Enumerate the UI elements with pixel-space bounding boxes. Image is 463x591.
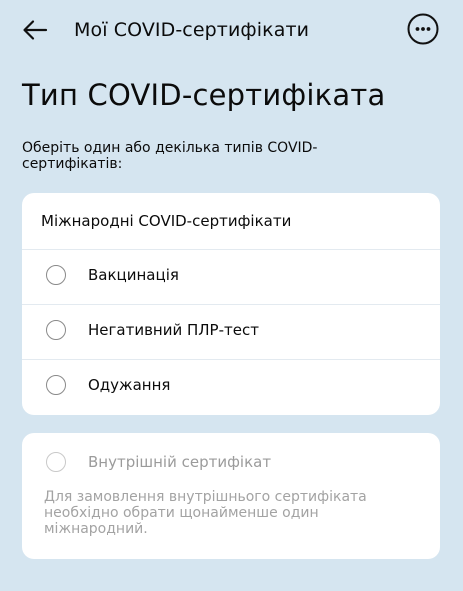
domestic-hint-text: Для замовлення внутрішнього сертифіката … <box>44 489 367 537</box>
international-section-heading: Міжнародні COVID-сертифікати <box>41 212 292 230</box>
instruction-text: Оберіть один або декілька типів COVID-се… <box>22 140 318 172</box>
header-title: Мої COVID-сертифікати <box>74 19 310 41</box>
radio-button-disabled[interactable] <box>46 452 66 472</box>
ellipsis-circle-icon <box>407 13 439 45</box>
option-pcr-test[interactable]: Негативний ПЛР-тест <box>22 305 440 359</box>
app-header: Мої COVID-сертифікати <box>0 0 463 60</box>
option-vaccination[interactable]: Вакцинація <box>22 250 440 304</box>
option-label: Негативний ПЛР-тест <box>88 321 259 339</box>
option-label: Вакцинація <box>88 266 179 284</box>
domestic-certificate-card: Внутрішній сертифікат Для замовлення вну… <box>22 433 440 559</box>
arrow-left-icon <box>23 20 48 40</box>
radio-button[interactable] <box>46 265 66 285</box>
page-title: Тип COVID-сертифіката <box>22 78 386 112</box>
option-label: Одужання <box>88 376 171 394</box>
option-label: Внутрішній сертифікат <box>88 453 272 471</box>
back-button[interactable] <box>22 17 48 43</box>
option-domestic-certificate[interactable]: Внутрішній сертифікат <box>22 437 440 491</box>
more-menu-button[interactable] <box>407 13 439 45</box>
radio-button[interactable] <box>46 320 66 340</box>
option-recovery[interactable]: Одужання <box>22 360 440 414</box>
international-certificates-card: Міжнародні COVID-сертифікати Вакцинація … <box>22 193 440 415</box>
radio-button[interactable] <box>46 375 66 395</box>
